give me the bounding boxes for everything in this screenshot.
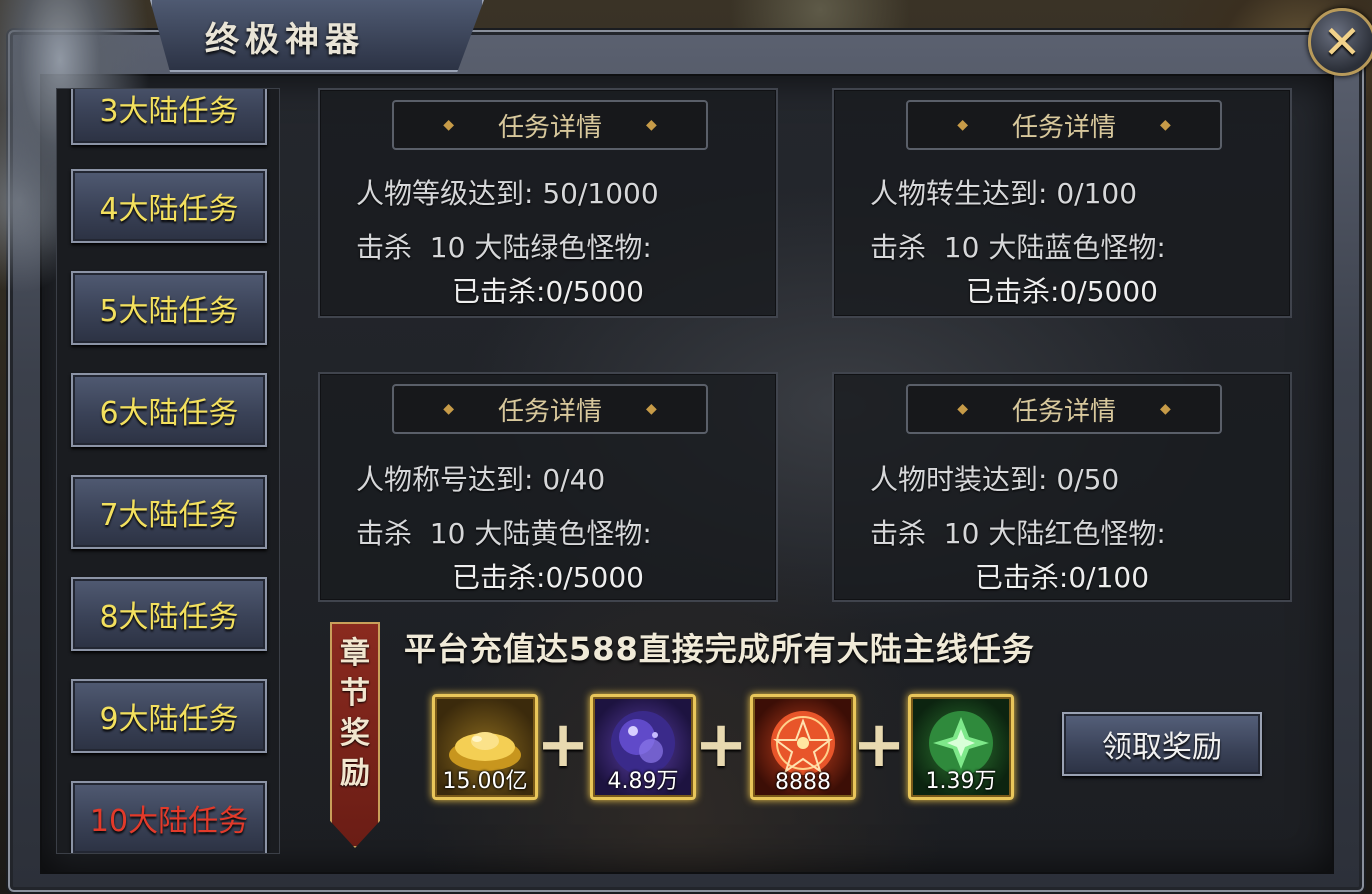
chapter-reward-banner: 章 节 奖 励 (330, 622, 380, 848)
kill-progress: 已击杀:0/5000 (452, 275, 644, 308)
reward-quantity: 1.39万 (925, 769, 997, 794)
panel-header: ◆ 任务详情 ◆ (906, 100, 1222, 150)
reward-slot[interactable]: 15.00亿 (432, 694, 538, 800)
kill-requirement: 击杀 10 大陆红色怪物: (870, 517, 1166, 550)
banner-char: 章 (340, 636, 370, 671)
task-tab-3[interactable]: 3大陆任务 (71, 89, 267, 145)
diamond-icon: ◆ (646, 117, 657, 133)
plus-icon: + (536, 708, 590, 782)
kill-progress: 已击杀:0/5000 (966, 275, 1158, 308)
diamond-icon: ◆ (1160, 117, 1171, 133)
banner-char: 奖 (340, 716, 370, 751)
plus-icon: + (694, 708, 748, 782)
panel-header-label: 任务详情 (1011, 112, 1116, 143)
task-list[interactable]: 3大陆任务 4大陆任务 5大陆任务 6大陆任务 7大陆任务 8大陆任务 9大陆任… (56, 88, 280, 854)
diamond-icon: ◆ (957, 401, 968, 417)
kill-requirement: 击杀 10 大陆蓝色怪物: (870, 231, 1166, 264)
close-button[interactable]: ✕ (1308, 8, 1372, 76)
requirement-line: 人物时装达到: 0/50 (870, 463, 1120, 496)
requirement-line: 人物称号达到: 0/40 (356, 463, 606, 496)
close-icon: ✕ (1322, 15, 1362, 69)
panel-header: ◆ 任务详情 ◆ (392, 384, 708, 434)
reward-slot[interactable]: 8888 (750, 694, 856, 800)
diamond-icon: ◆ (443, 117, 454, 133)
kill-requirement: 击杀 10 大陆绿色怪物: (356, 231, 652, 264)
task-tab-10[interactable]: 10大陆任务 (71, 781, 267, 853)
reward-heading: 平台充值达588直接完成所有大陆主线任务 (404, 630, 1035, 668)
claim-reward-button[interactable]: 领取奖励 (1062, 712, 1262, 776)
plus-icon: + (852, 708, 906, 782)
panel-header: ◆ 任务详情 ◆ (392, 100, 708, 150)
diamond-icon: ◆ (646, 401, 657, 417)
reward-quantity: 4.89万 (607, 769, 679, 794)
task-detail-panel: ◆ 任务详情 ◆ 人物称号达到: 0/40 击杀 10 大陆黄色怪物: 已击杀:… (318, 372, 778, 602)
task-detail-panel: ◆ 任务详情 ◆ 人物转生达到: 0/100 击杀 10 大陆蓝色怪物: 已击杀… (832, 88, 1292, 318)
kill-progress: 已击杀:0/5000 (452, 561, 644, 594)
diamond-icon: ◆ (1160, 401, 1171, 417)
kill-requirement: 击杀 10 大陆黄色怪物: (356, 517, 652, 550)
diamond-icon: ◆ (957, 117, 968, 133)
task-tab-5[interactable]: 5大陆任务 (71, 271, 267, 345)
reward-quantity: 8888 (775, 770, 831, 795)
task-tab-9[interactable]: 9大陆任务 (71, 679, 267, 753)
task-detail-panel: ◆ 任务详情 ◆ 人物等级达到: 50/1000 击杀 10 大陆绿色怪物: 已… (318, 88, 778, 318)
panel-header-label: 任务详情 (497, 112, 602, 143)
task-tab-6[interactable]: 6大陆任务 (71, 373, 267, 447)
reward-slot[interactable]: 4.89万 (590, 694, 696, 800)
panel-header-label: 任务详情 (497, 396, 602, 427)
diamond-icon: ◆ (443, 401, 454, 417)
task-tab-4[interactable]: 4大陆任务 (71, 169, 267, 243)
panel-header: ◆ 任务详情 ◆ (906, 384, 1222, 434)
banner-char: 励 (340, 756, 370, 791)
requirement-line: 人物转生达到: 0/100 (870, 177, 1138, 210)
task-tab-8[interactable]: 8大陆任务 (71, 577, 267, 651)
task-detail-panel: ◆ 任务详情 ◆ 人物时装达到: 0/50 击杀 10 大陆红色怪物: 已击杀:… (832, 372, 1292, 602)
window-title: 终极神器 (205, 20, 365, 60)
requirement-line: 人物等级达到: 50/1000 (356, 177, 659, 210)
panel-header-label: 任务详情 (1011, 396, 1116, 427)
banner-char: 节 (340, 676, 370, 711)
reward-slot[interactable]: 1.39万 (908, 694, 1014, 800)
kill-progress: 已击杀:0/100 (974, 561, 1150, 594)
reward-quantity: 15.00亿 (442, 769, 528, 794)
task-tab-7[interactable]: 7大陆任务 (71, 475, 267, 549)
